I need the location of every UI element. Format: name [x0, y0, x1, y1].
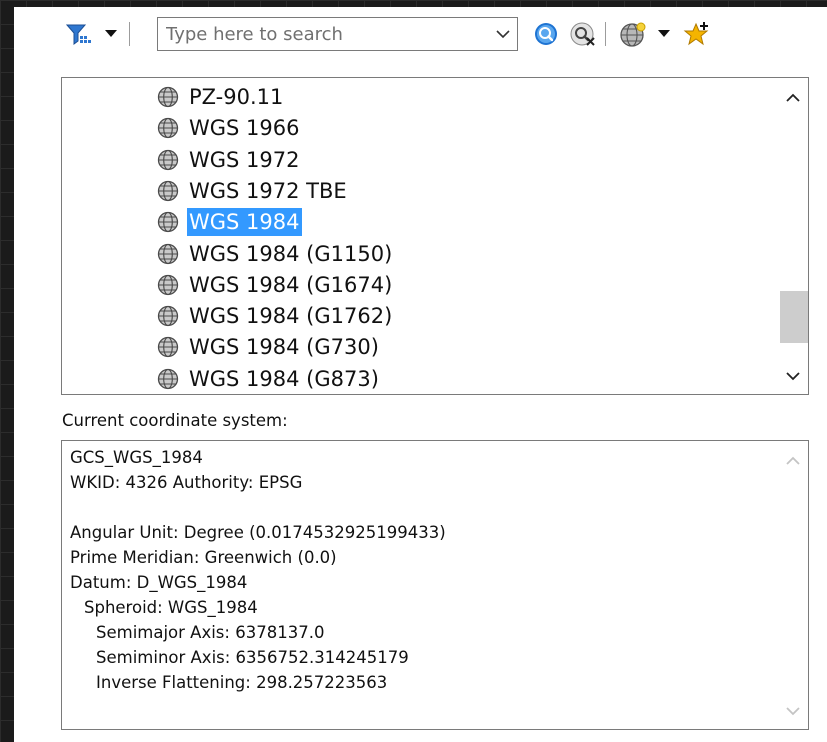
globe-icon	[157, 180, 179, 202]
coordinate-system-item[interactable]: PZ-90.11	[157, 83, 285, 111]
coordinate-system-label: WGS 1972 TBE	[189, 178, 347, 203]
globe-icon	[157, 336, 179, 358]
scroll-down-icon[interactable]	[784, 368, 802, 382]
coordinate-system-label: WGS 1984 (G873)	[189, 366, 379, 391]
coordinate-system-label: PZ-90.11	[189, 85, 284, 109]
coordinate-system-label: WGS 1984	[187, 208, 302, 237]
coordinate-system-list[interactable]: PZ-90.11 WGS 1966 WGS 1972 WGS 1972 TBE WGS …	[61, 77, 809, 395]
detail-line: Angular Unit: Degree (0.0174532925199433…	[70, 523, 446, 542]
coordinate-system-item[interactable]: WGS 1972	[157, 146, 302, 174]
scrollbar-thumb[interactable]	[780, 291, 808, 343]
search-dropdown-chevron-icon[interactable]	[495, 24, 511, 44]
coordinate-details-textbox[interactable]: GCS_WGS_1984 WKID: 4326 Authority: EPSG An…	[61, 440, 809, 730]
search-icon[interactable]	[533, 21, 559, 51]
clear-search-icon[interactable]	[569, 21, 597, 51]
search-input[interactable]	[158, 18, 488, 50]
detail-line: Datum: D_WGS_1984	[70, 573, 248, 592]
globe-icon	[157, 274, 179, 296]
coordinate-system-item[interactable]: WGS 1984	[157, 208, 302, 237]
coordinate-system-label: WGS 1984 (G730)	[189, 335, 379, 360]
detail-line: GCS_WGS_1984	[70, 448, 203, 467]
detail-line: Semiminor Axis: 6356752.314245179	[96, 648, 409, 667]
scroll-down-icon	[784, 703, 802, 722]
globe-icon	[157, 117, 179, 139]
globe-icon	[157, 305, 179, 327]
add-favorite-star-icon[interactable]	[683, 20, 711, 52]
coordinate-system-item[interactable]: WGS 1984 (G1674)	[157, 271, 394, 299]
detail-line: Semimajor Axis: 6378137.0	[96, 623, 325, 642]
globe-icon	[157, 243, 179, 265]
globe-icon	[157, 149, 179, 171]
coordinate-system-item[interactable]: WGS 1984 (G730)	[157, 333, 381, 361]
coordinate-system-label: WGS 1984 (G1150)	[189, 241, 393, 266]
toolbar-divider	[129, 22, 130, 46]
coordinate-system-label: WGS 1984 (G1762)	[189, 304, 393, 329]
search-box[interactable]	[157, 17, 518, 51]
globe-icon[interactable]	[619, 21, 647, 53]
list-scrollbar[interactable]	[778, 78, 808, 394]
coordinate-system-label: WGS 1972	[189, 147, 300, 172]
filter-dropdown-arrow-icon[interactable]	[104, 28, 118, 41]
coordinate-system-label: WGS 1984 (G1674)	[189, 272, 393, 297]
coordinate-system-item[interactable]: WGS 1984 (G873)	[157, 365, 381, 393]
globe-icon	[157, 86, 179, 108]
scroll-up-icon	[784, 453, 802, 472]
details-scrollbar	[778, 441, 808, 729]
detail-line: WKID: 4326 Authority: EPSG	[70, 473, 303, 492]
detail-line: Inverse Flattening: 298.257223563	[96, 673, 388, 692]
coordinate-system-item[interactable]: WGS 1984 (G1150)	[157, 240, 394, 268]
coordinate-system-label: WGS 1966	[189, 116, 300, 141]
globe-icon	[157, 368, 179, 390]
coordinate-system-item[interactable]: WGS 1972 TBE	[157, 177, 349, 205]
globe-icon	[157, 211, 179, 233]
detail-line: Prime Meridian: Greenwich (0.0)	[70, 548, 337, 567]
globe-dropdown-arrow-icon[interactable]	[657, 28, 671, 41]
filter-icon[interactable]	[65, 22, 96, 48]
scroll-up-icon[interactable]	[784, 90, 802, 104]
detail-line: Spheroid: WGS_1984	[84, 598, 258, 617]
coordinate-system-item[interactable]: WGS 1984 (G1762)	[157, 302, 394, 330]
toolbar-divider	[605, 22, 606, 46]
current-system-caption: Current coordinate system:	[62, 411, 288, 430]
coordinate-system-item[interactable]: WGS 1966	[157, 114, 302, 142]
